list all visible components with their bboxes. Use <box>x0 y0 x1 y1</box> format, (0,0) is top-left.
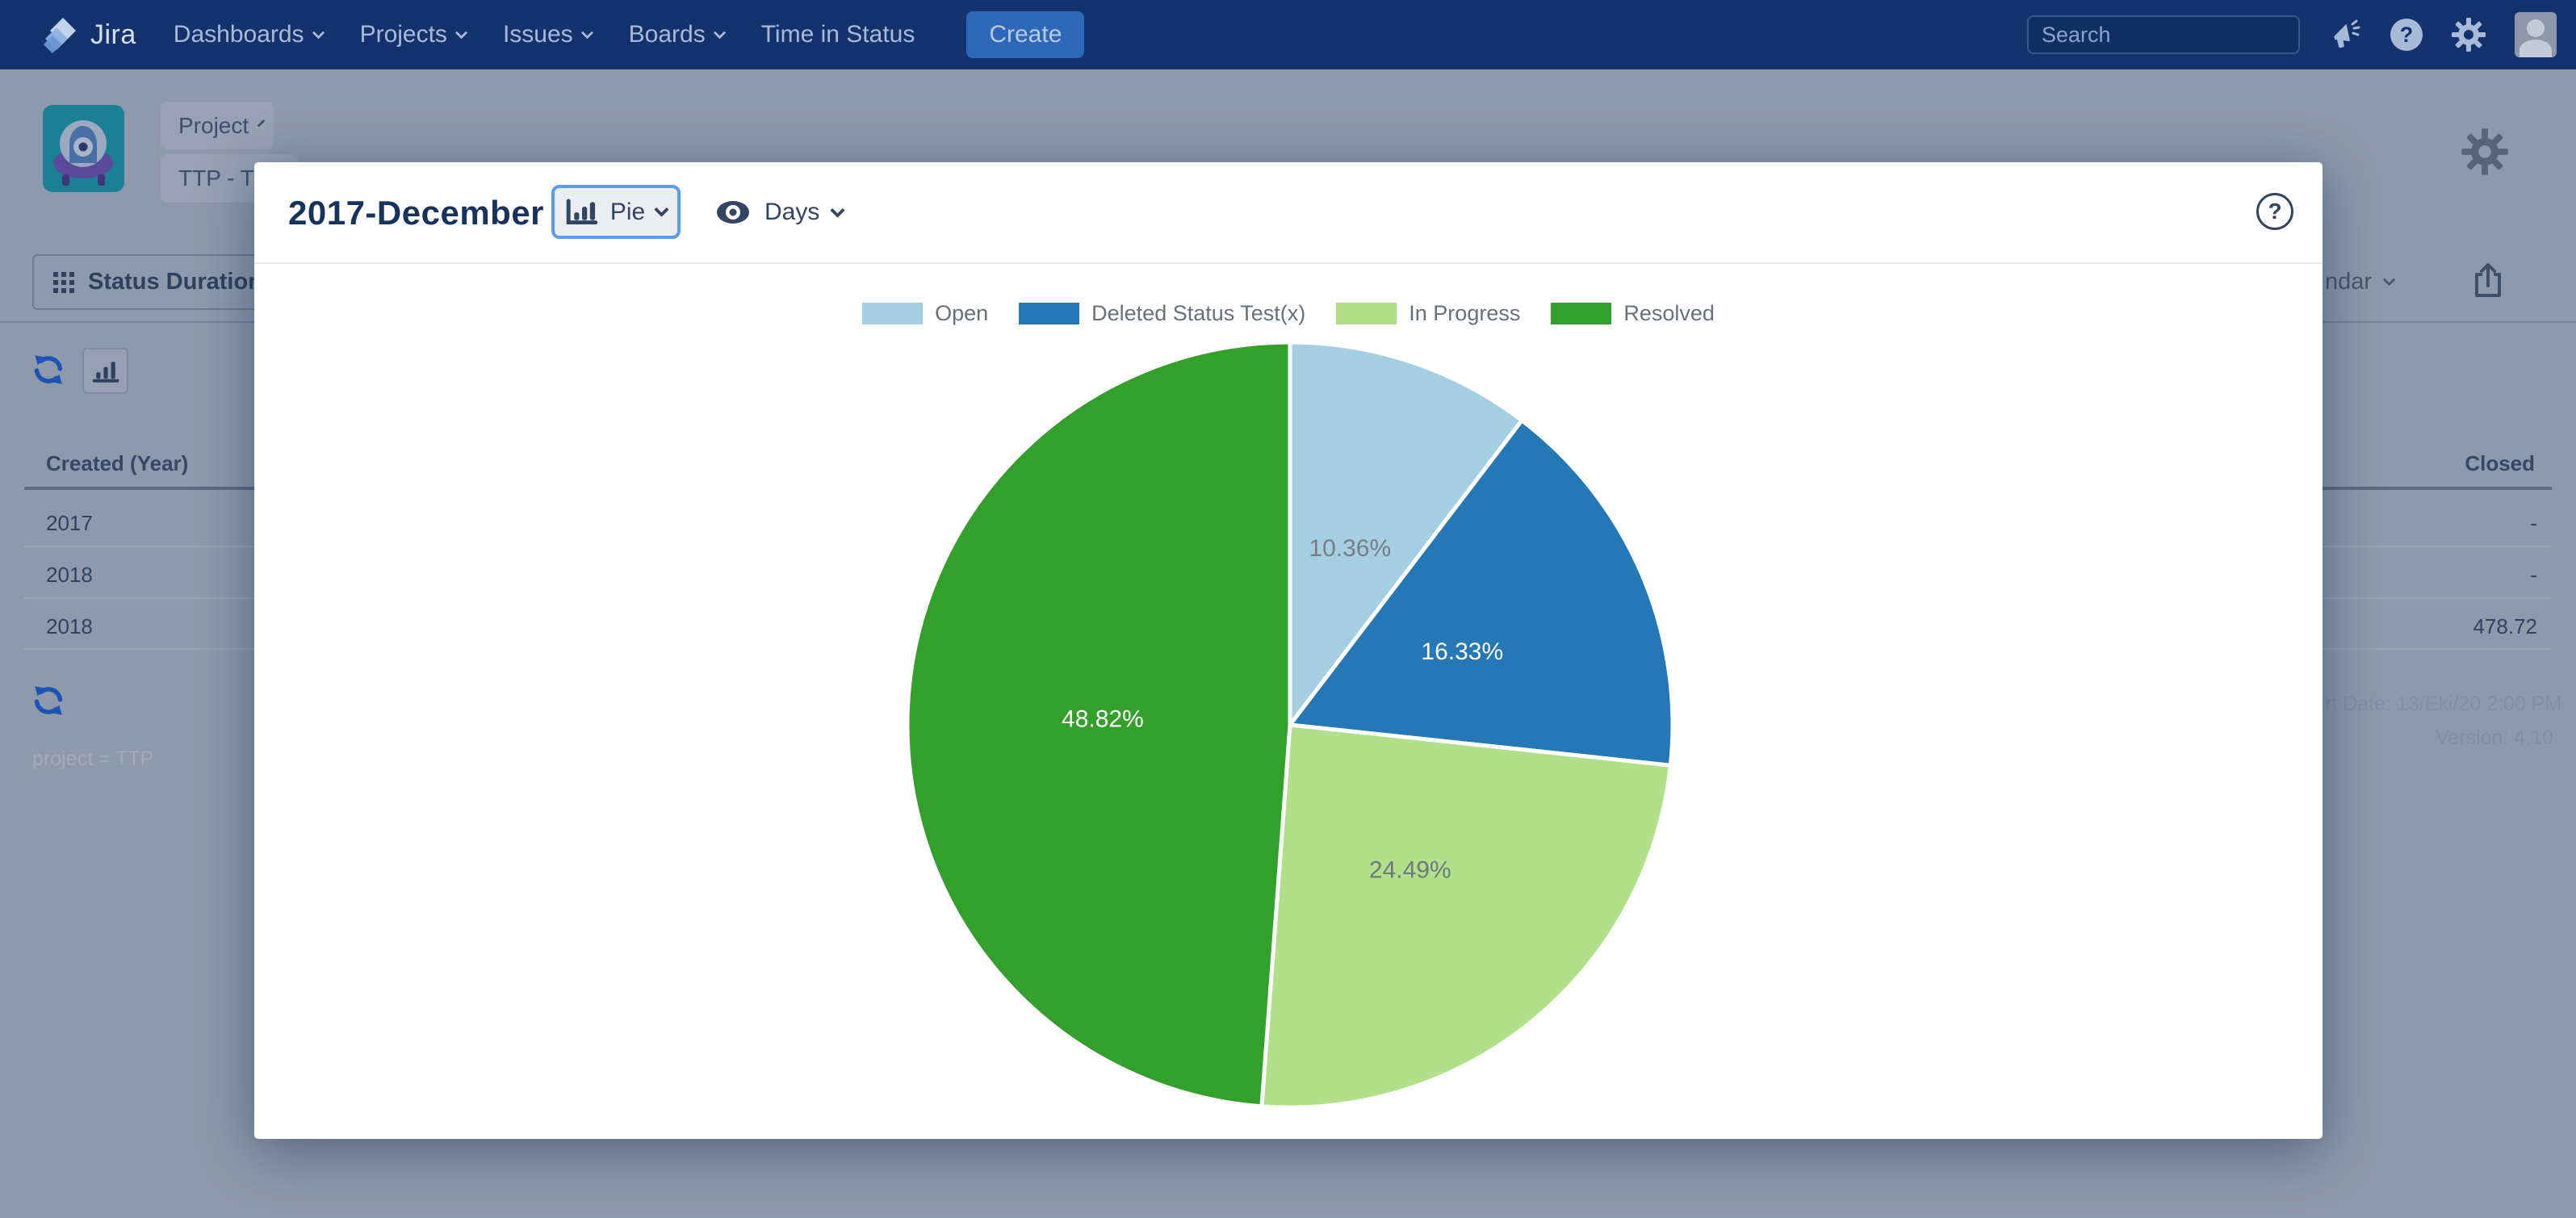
settings-gear-icon[interactable] <box>2450 16 2487 53</box>
nav-item-label: Time in Status <box>761 21 915 48</box>
nav-item-label: Projects <box>360 21 447 48</box>
create-button[interactable]: Create <box>966 11 1084 58</box>
tab-label: Status Duration <box>88 269 262 295</box>
modal-help-icon[interactable]: ? <box>2256 193 2293 230</box>
pie-slice-label: 48.82% <box>1062 705 1144 732</box>
nav-item-time-in-status[interactable]: Time in Status <box>761 21 915 48</box>
modal-title: 2017-December <box>288 194 544 232</box>
brand-name: Jira <box>90 19 136 51</box>
pie-slice-label: 10.36% <box>1309 535 1391 562</box>
table-cell-closed: - <box>2530 511 2537 536</box>
nav-item-boards[interactable]: Boards <box>629 21 724 48</box>
table-cell-year: 2017 <box>46 511 93 536</box>
project-avatar[interactable] <box>43 105 124 192</box>
avatar-head <box>2527 19 2545 37</box>
avatar-torso <box>2519 40 2552 57</box>
table-cell-closed: 478.72 <box>2473 614 2537 639</box>
chevron-down-icon <box>831 203 845 217</box>
jira-logo[interactable]: Jira <box>44 16 136 53</box>
chart-type-label: Pie <box>610 199 645 226</box>
pie-slice-label: 16.33% <box>1421 638 1503 665</box>
jql-query-text: project = TTP <box>32 747 153 771</box>
chevron-down-icon <box>2383 274 2396 287</box>
export-icon[interactable] <box>2472 262 2504 303</box>
pie-chart-area: 10.36% 16.33% 24.49% 48.82% <box>254 263 2323 1139</box>
chevron-down-icon <box>654 202 668 216</box>
help-icon[interactable]: ? <box>2390 19 2423 51</box>
chevron-down-icon <box>713 26 726 39</box>
column-header-closed: Closed <box>2465 451 2535 476</box>
announcements-icon[interactable] <box>2327 17 2363 52</box>
nav-item-label: Issues <box>503 21 573 48</box>
nav-item-label: Dashboards <box>174 21 304 48</box>
report-date-text: rt Date: 13/Eki/20 2:00 PM <box>2325 693 2561 716</box>
pie-slice-in-progress[interactable] <box>1262 725 1670 1107</box>
bar-chart-icon <box>565 199 599 226</box>
table-cell-year: 2018 <box>46 614 93 639</box>
chevron-down-icon <box>312 26 325 39</box>
nav-item-projects[interactable]: Projects <box>360 21 466 48</box>
unit-label: Days <box>764 199 819 226</box>
version-text: Version: 4.10 <box>2436 726 2553 750</box>
eye-icon <box>714 196 752 228</box>
chart-modal: 2017-December Pie Days ? Open Delete <box>254 162 2323 1139</box>
jira-logo-icon <box>44 16 81 53</box>
grid-icon <box>52 270 76 295</box>
pie-chart-svg: 10.36% 16.33% 24.49% 48.82% <box>254 263 2323 1139</box>
calendar-dropdown-partial[interactable]: ndar <box>2325 269 2394 295</box>
nav-item-issues[interactable]: Issues <box>503 21 592 48</box>
chart-type-dropdown[interactable]: Pie <box>551 185 681 239</box>
nav-item-dashboards[interactable]: Dashboards <box>174 21 323 48</box>
search-input[interactable] <box>2042 23 2327 48</box>
search-box[interactable] <box>2027 15 2300 54</box>
user-avatar[interactable] <box>2515 12 2557 57</box>
top-navbar: Jira Dashboards Projects Issues Boards T… <box>0 0 2576 69</box>
project-dropdown[interactable]: Project <box>161 102 274 149</box>
nav-item-label: Boards <box>629 21 706 48</box>
chevron-down-icon <box>580 26 593 39</box>
refresh-icon[interactable] <box>32 684 65 721</box>
project-dropdown-label: Project <box>178 113 249 139</box>
table-cell-year: 2018 <box>46 563 93 588</box>
pie-slice-label: 24.49% <box>1369 856 1451 883</box>
unit-dropdown[interactable]: Days <box>714 192 843 232</box>
column-header-created-year: Created (Year) <box>46 451 188 476</box>
bar-chart-icon <box>92 359 119 383</box>
report-settings-gear-icon[interactable] <box>2461 128 2509 180</box>
chevron-down-icon <box>258 119 266 128</box>
chart-view-button[interactable] <box>82 348 128 394</box>
refresh-icon[interactable] <box>32 354 65 390</box>
table-cell-closed: - <box>2530 563 2537 588</box>
calendar-label: ndar <box>2325 269 2372 295</box>
chevron-down-icon <box>455 26 468 39</box>
